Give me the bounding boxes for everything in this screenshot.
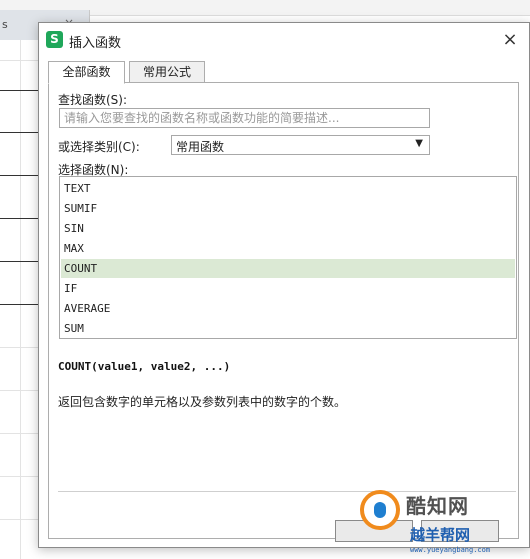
category-select[interactable]: 常用函数 ▼ (171, 135, 430, 155)
dialog-titlebar[interactable]: S 插入函数 × (39, 23, 529, 57)
function-item-sum[interactable]: SUM (61, 319, 515, 338)
function-signature: COUNT(value1, value2, ...) (58, 360, 231, 373)
function-item-text[interactable]: TEXT (61, 179, 515, 198)
category-value: 常用函数 (176, 140, 225, 154)
category-label: 或选择类别(C): (58, 140, 140, 154)
sheet-tab-label: s (2, 18, 8, 31)
close-icon[interactable]: × (497, 27, 523, 53)
watermark-brand: 酷知网 (406, 494, 469, 518)
tab-panel: 查找函数(S): 请输入您要查找的函数名称或函数功能的简要描述... 或选择类别… (48, 82, 519, 542)
search-label: 查找函数(S): (58, 93, 128, 107)
watermark-logo-mark (374, 502, 386, 518)
watermark: 酷知网 越羊帮网 www.yueyangbang.com (340, 478, 530, 559)
dialog-title: 插入函数 (69, 36, 122, 51)
function-description: 返回包含数字的单元格以及参数列表中的数字的个数。 (58, 395, 347, 409)
insert-function-dialog: S 插入函数 × 全部函数 常用公式 查找函数(S): 请输入您要查找的函数名称… (38, 22, 530, 548)
function-item-sumif[interactable]: SUMIF (61, 199, 515, 218)
watermark-brand-secondary: 越羊帮网 (410, 526, 471, 544)
function-item-count[interactable]: COUNT (61, 259, 515, 278)
watermark-logo-icon (360, 490, 400, 530)
dropdown-arrow-icon[interactable]: ▼ (415, 138, 423, 149)
search-input[interactable]: 请输入您要查找的函数名称或函数功能的简要描述... (59, 108, 430, 128)
function-item-if[interactable]: IF (61, 279, 515, 298)
tab-all-functions[interactable]: 全部函数 (48, 61, 125, 84)
watermark-url: www.yueyangbang.com (410, 546, 491, 554)
function-item-max[interactable]: MAX (61, 239, 515, 258)
function-item-average[interactable]: AVERAGE (61, 299, 515, 318)
wps-app-icon: S (46, 31, 63, 48)
function-item-sin[interactable]: SIN (61, 219, 515, 238)
tab-common-formulas[interactable]: 常用公式 (129, 61, 205, 83)
function-list[interactable]: TEXT SUMIF SIN MAX COUNT IF AVERAGE SUM (59, 176, 517, 339)
